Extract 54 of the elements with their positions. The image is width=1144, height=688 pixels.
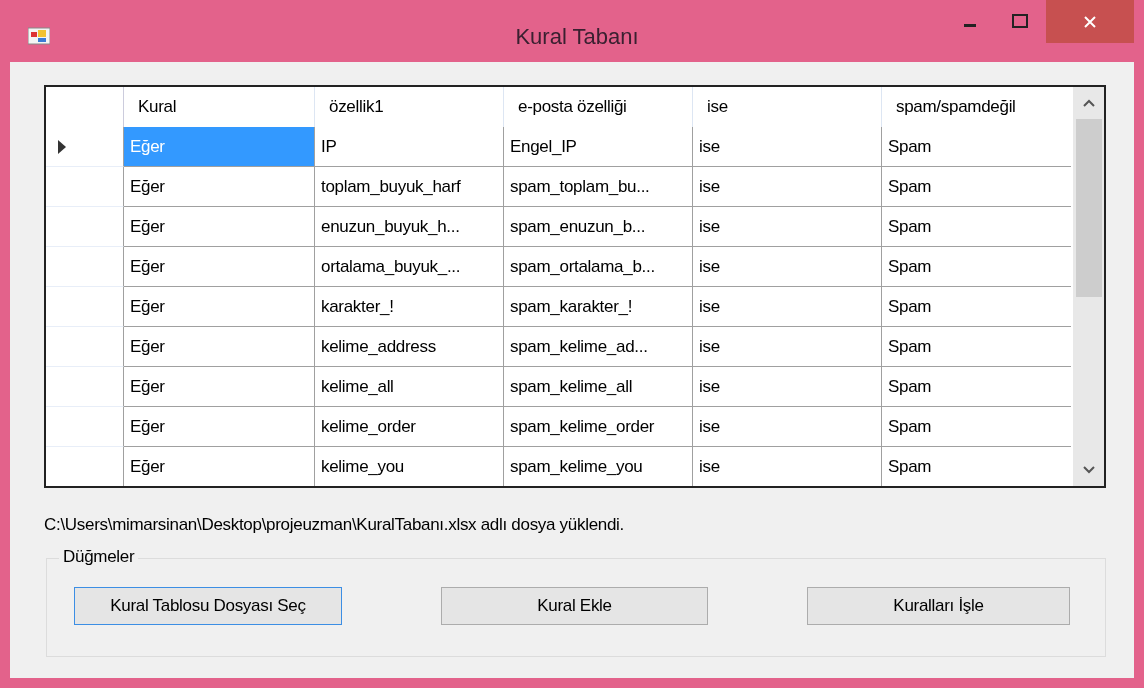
table-cell[interactable]: ise	[693, 247, 882, 287]
row-header[interactable]	[46, 207, 124, 247]
table-cell[interactable]: Eğer	[124, 287, 315, 327]
table-cell[interactable]: Eğer	[124, 327, 315, 367]
table-cell[interactable]: ise	[693, 127, 882, 167]
current-row-icon	[58, 139, 66, 154]
table-cell[interactable]: Eğer	[124, 167, 315, 207]
table-cell[interactable]: Eğer	[124, 247, 315, 287]
table-cell[interactable]: Eğer	[124, 407, 315, 447]
table-cell[interactable]: ise	[693, 167, 882, 207]
table-cell[interactable]: spam_enuzun_b...	[504, 207, 693, 247]
vertical-scrollbar[interactable]	[1073, 87, 1104, 486]
row-header[interactable]	[46, 127, 124, 167]
table-cell[interactable]: ise	[693, 367, 882, 407]
table-cell[interactable]: ise	[693, 407, 882, 447]
row-header[interactable]	[46, 247, 124, 287]
minimize-icon	[964, 23, 976, 27]
table-cell[interactable]: ise	[693, 287, 882, 327]
status-message: C:\Users\mimarsinan\Desktop\projeuzman\KuralTabanı.xlsx adlı dosya yüklendi.	[44, 514, 626, 536]
close-button[interactable]	[1046, 0, 1134, 43]
table-cell[interactable]: kelime_all	[315, 367, 504, 407]
close-icon	[1083, 14, 1097, 29]
table-cell[interactable]: spam_toplam_bu...	[504, 167, 693, 207]
row-header[interactable]	[46, 167, 124, 207]
action-button[interactable]: Kuralları İşle	[807, 586, 1070, 625]
table-cell[interactable]: spam_kelime_all	[504, 367, 693, 407]
scroll-up-icon	[1082, 99, 1095, 107]
maximize-icon	[1012, 14, 1028, 28]
row-header[interactable]	[46, 287, 124, 327]
action-button[interactable]: Kural Ekle	[441, 586, 708, 625]
table-cell[interactable]: Eğer	[124, 367, 315, 407]
table-cell[interactable]: ise	[693, 207, 882, 247]
row-header[interactable]	[46, 367, 124, 407]
scrollbar-thumb[interactable]	[1075, 119, 1102, 297]
app-icon	[28, 26, 50, 46]
table-cell[interactable]: ise	[693, 327, 882, 367]
table-cell[interactable]: spam_kelime_ad...	[504, 327, 693, 367]
table-cell[interactable]: IP	[315, 127, 504, 167]
table-cell[interactable]: Engel_IP	[504, 127, 693, 167]
row-header[interactable]	[46, 407, 124, 447]
table-cell[interactable]: karakter_!	[315, 287, 504, 327]
scroll-down-icon	[1082, 466, 1095, 474]
table-cell[interactable]: kelime_address	[315, 327, 504, 367]
table-cell[interactable]: spam_karakter_!	[504, 287, 693, 327]
table-cell[interactable]: spam_kelime_order	[504, 407, 693, 447]
table-cell[interactable]: Eğer	[124, 207, 315, 247]
table-cell[interactable]: kelime_order	[315, 407, 504, 447]
table-cell[interactable]: enuzun_buyuk_h...	[315, 207, 504, 247]
table-cell[interactable]: spam_ortalama_b...	[504, 247, 693, 287]
table-cell[interactable]: ortalama_buyuk_...	[315, 247, 504, 287]
action-button[interactable]: Kural Tablosu Dosyası Seç	[74, 586, 342, 625]
row-header[interactable]	[46, 327, 124, 367]
window-title: Kural Tabanı	[514, 23, 640, 51]
table-cell[interactable]: toplam_buyuk_harf	[315, 167, 504, 207]
